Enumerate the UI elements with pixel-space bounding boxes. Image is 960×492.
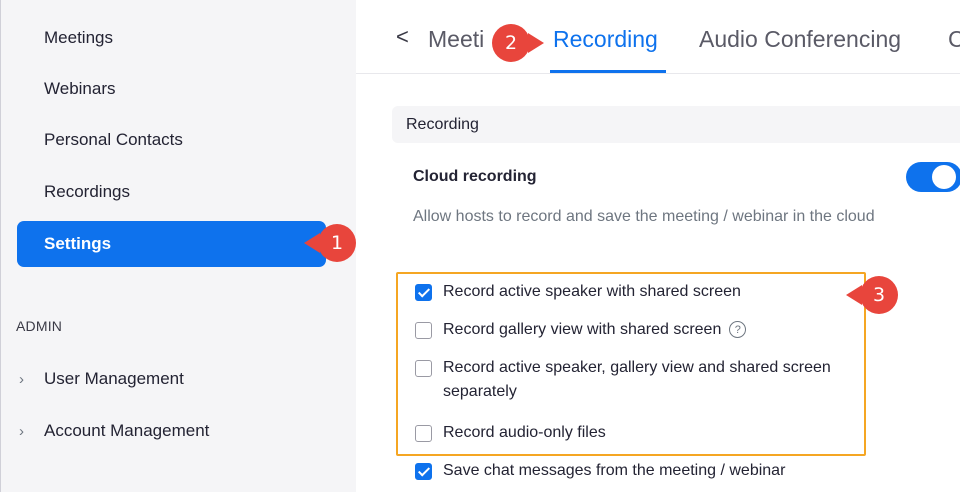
option-gallery-view-shared-screen[interactable]: Record gallery view with shared screen ? — [415, 318, 855, 342]
chevron-right-icon: › — [19, 422, 24, 440]
callout-number: 1 — [330, 232, 344, 254]
section-title: Recording — [406, 115, 479, 133]
cloud-recording-description: Allow hosts to record and save the meeti… — [413, 208, 875, 225]
checkbox[interactable] — [415, 284, 432, 301]
sidebar-item-label: Recordings — [44, 182, 130, 201]
sidebar-item-label: Webinars — [44, 79, 116, 98]
tab-audio-conferencing[interactable]: Audio Conferencing — [699, 26, 901, 53]
cloud-recording-title: Cloud recording — [413, 168, 537, 185]
sidebar-item-recordings[interactable]: Recordings — [17, 169, 326, 215]
tab-next[interactable]: C — [948, 26, 960, 53]
settings-tabbar: < Meeti Recording Audio Conferencing C — [356, 0, 960, 74]
chevron-right-icon: › — [19, 370, 24, 388]
active-tab-indicator — [550, 70, 666, 73]
option-label: Record active speaker with shared screen — [443, 283, 741, 300]
sidebar-item-meetings[interactable]: Meetings — [17, 15, 326, 61]
sidebar-item-user-management[interactable]: › User Management — [17, 364, 184, 394]
settings-main: < Meeti Recording Audio Conferencing C R… — [356, 0, 960, 492]
help-icon[interactable]: ? — [729, 321, 747, 338]
sidebar: Meetings Webinars Personal Contacts Reco… — [1, 0, 356, 492]
callout-badge-1: 1 — [304, 224, 356, 262]
sidebar-item-label: Account Management — [44, 421, 210, 440]
sidebar-item-personal-contacts[interactable]: Personal Contacts — [17, 117, 326, 163]
toggle-knob — [932, 165, 956, 189]
option-active-speaker-shared-screen[interactable]: Record active speaker with shared screen — [415, 280, 855, 304]
cloud-recording-toggle[interactable] — [906, 162, 960, 192]
callout-pointer — [846, 285, 862, 305]
option-label: Save chat messages from the meeting / we… — [443, 462, 786, 479]
option-save-chat-messages[interactable]: Save chat messages from the meeting / we… — [415, 459, 895, 483]
callout-badge-3: 3 — [846, 276, 898, 314]
tab-meetings[interactable]: Meeti — [428, 26, 484, 53]
option-label: Record active speaker, gallery view and … — [443, 359, 831, 400]
callout-pointer — [304, 233, 320, 253]
sidebar-item-settings[interactable]: Settings — [17, 221, 326, 267]
callout-badge-2: 2 — [492, 24, 544, 62]
sidebar-item-label: Meetings — [44, 28, 113, 47]
tab-recording[interactable]: Recording — [553, 26, 658, 53]
option-separate-recordings[interactable]: Record active speaker, gallery view and … — [415, 356, 855, 404]
sidebar-item-label: Personal Contacts — [44, 130, 183, 149]
checkbox[interactable] — [415, 322, 432, 339]
checkbox[interactable] — [415, 425, 432, 442]
sidebar-item-account-management[interactable]: › Account Management — [17, 416, 209, 446]
callout-pointer — [528, 33, 544, 53]
sidebar-item-label: Settings — [44, 234, 112, 253]
checkbox[interactable] — [415, 463, 432, 480]
callout-number: 2 — [504, 32, 518, 54]
sidebar-item-label: User Management — [44, 369, 184, 388]
option-label: Record audio-only files — [443, 424, 606, 441]
tab-scroll-left-icon[interactable]: < — [396, 24, 409, 50]
recording-section-header: Recording — [392, 106, 960, 143]
option-audio-only-files[interactable]: Record audio-only files — [415, 421, 855, 445]
checkbox[interactable] — [415, 360, 432, 377]
option-label: Record gallery view with shared screen — [443, 321, 722, 338]
callout-number: 3 — [872, 284, 886, 306]
sidebar-item-webinars[interactable]: Webinars — [17, 66, 326, 112]
admin-section-label: ADMIN — [16, 318, 63, 334]
